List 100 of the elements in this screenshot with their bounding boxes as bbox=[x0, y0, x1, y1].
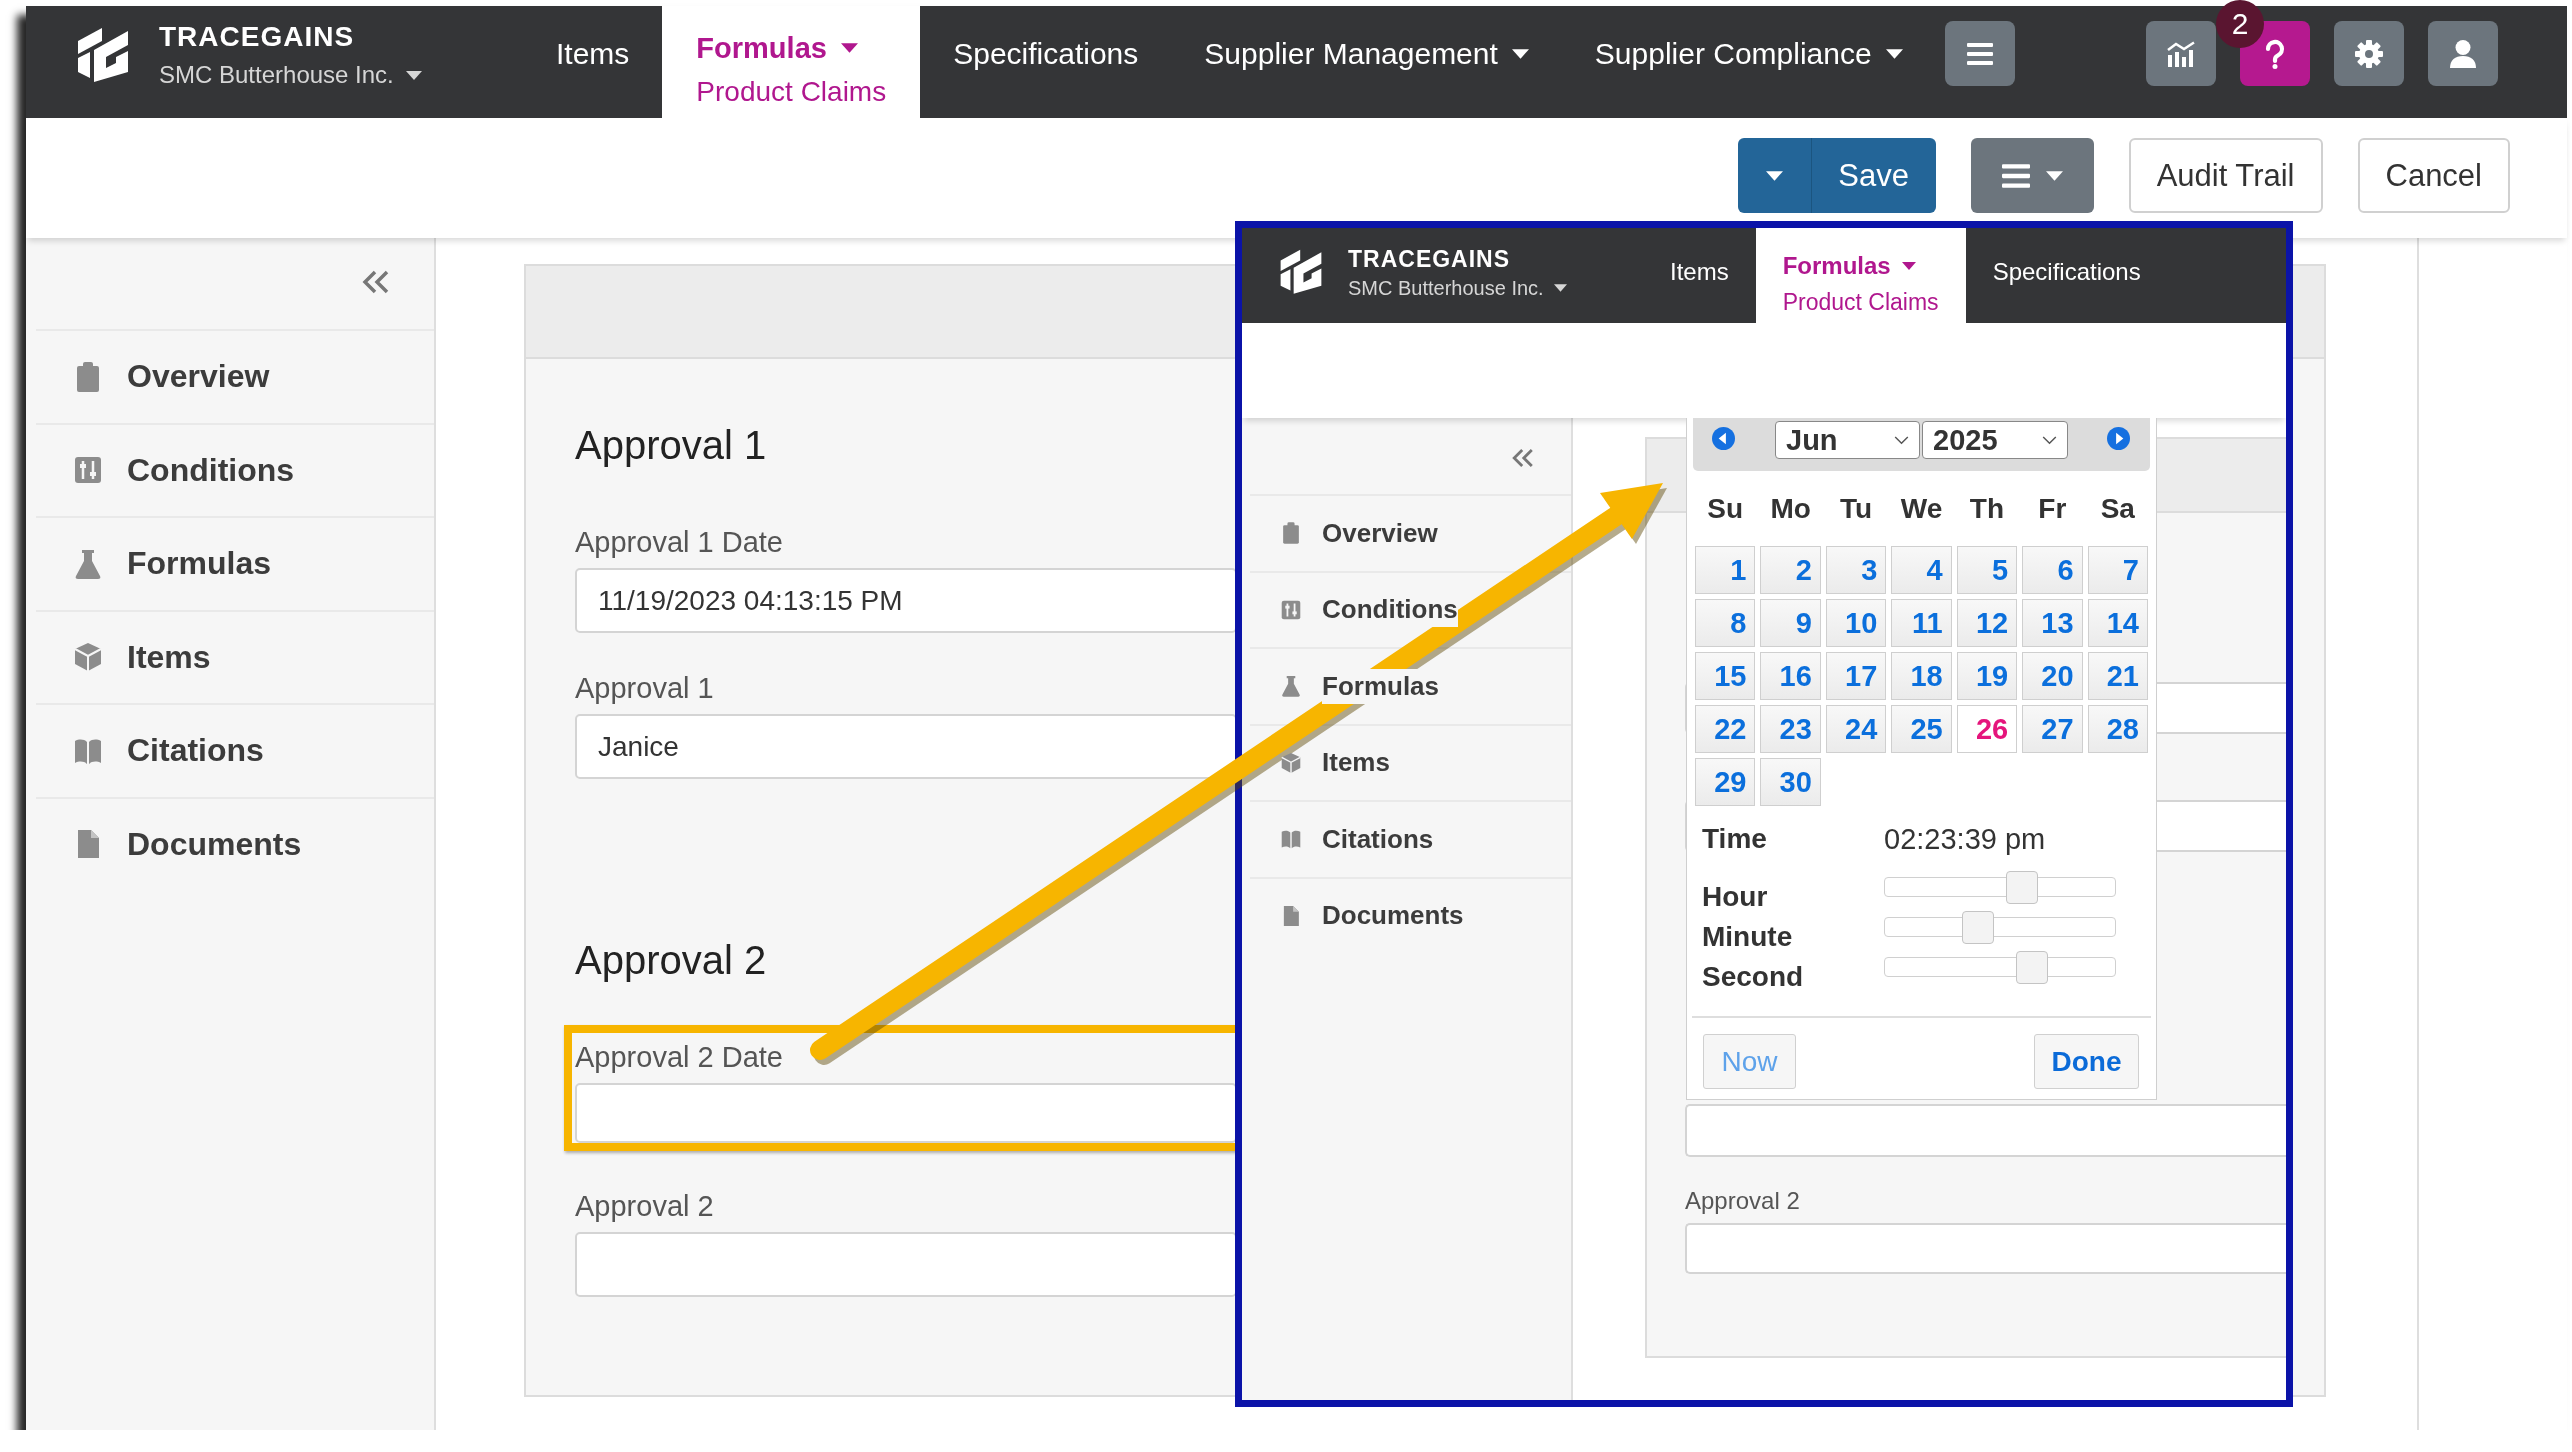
calendar-day[interactable]: 20 bbox=[2022, 652, 2083, 700]
sidebar-item[interactable]: Documents bbox=[1250, 876, 1571, 953]
time-label: Time bbox=[1701, 823, 1768, 855]
calendar-day[interactable]: 4 bbox=[1891, 546, 1952, 594]
caret-icon bbox=[1765, 170, 1783, 181]
slider-thumb[interactable] bbox=[2005, 871, 2038, 904]
calendar-day[interactable]: 17 bbox=[1825, 652, 1887, 700]
calendar-day[interactable]: 9 bbox=[1760, 599, 1821, 647]
calendar-day[interactable]: 23 bbox=[1760, 705, 1821, 753]
sidebar-item[interactable]: Items bbox=[1250, 723, 1571, 800]
nav-tab[interactable]: Supplier Compliance bbox=[1561, 6, 1936, 118]
month-select[interactable]: Jun bbox=[1775, 421, 1920, 459]
calendar-day[interactable]: 29 bbox=[1695, 758, 1756, 806]
sidebar-item[interactable]: Overview bbox=[36, 329, 434, 423]
input-field[interactable]: 11/19/2023 04:13:15 PM bbox=[575, 568, 1237, 633]
nav-tab[interactable]: Formulas Product Claims bbox=[662, 6, 921, 118]
calendar-day[interactable]: 19 bbox=[1956, 652, 2018, 700]
menu-button[interactable] bbox=[1944, 21, 2015, 86]
sub-page-link[interactable]: Product Claims bbox=[696, 74, 887, 110]
calendar-day[interactable]: 30 bbox=[1760, 758, 1821, 806]
sidebar-item[interactable]: Conditions bbox=[36, 422, 434, 516]
calendar-day[interactable]: 13 bbox=[2022, 599, 2083, 647]
circle-arrow-right-icon[interactable] bbox=[2107, 427, 2130, 450]
calendar-day[interactable]: 1 bbox=[1695, 546, 1756, 594]
sidebar-item[interactable]: Documents bbox=[36, 796, 434, 890]
calendar-day[interactable]: 2 bbox=[1760, 546, 1821, 594]
calendar-day[interactable]: 24 bbox=[1825, 705, 1887, 753]
chart-button[interactable] bbox=[2146, 21, 2216, 86]
nav-tab[interactable]: Specifications bbox=[1965, 228, 2168, 323]
weekday-label: Mo bbox=[1770, 492, 1811, 526]
nav-tab[interactable]: Items bbox=[1643, 228, 1756, 323]
slider-thumb[interactable] bbox=[2015, 951, 2048, 984]
settings-button[interactable] bbox=[2334, 21, 2404, 86]
sidebar-item[interactable]: Overview bbox=[1250, 494, 1571, 571]
sidebar-item[interactable]: Conditions bbox=[1250, 570, 1571, 647]
calendar-day[interactable]: 3 bbox=[1825, 546, 1887, 594]
nav-tab[interactable]: Formulas Product Claims bbox=[1755, 228, 1966, 323]
flask-icon bbox=[1281, 675, 1301, 698]
calendar-day[interactable]: 10 bbox=[1825, 599, 1887, 647]
calendar-day[interactable]: 21 bbox=[2087, 652, 2148, 700]
done-button[interactable]: Done bbox=[2034, 1034, 2139, 1089]
input-field[interactable] bbox=[575, 1232, 1237, 1297]
section-heading: Approval 1 bbox=[575, 422, 767, 469]
help-icon bbox=[2265, 38, 2285, 69]
calendar-day[interactable]: 14 bbox=[2087, 599, 2148, 647]
chevron-down-icon bbox=[1894, 435, 1909, 445]
audit-trail-button[interactable]: Audit Trail bbox=[2128, 138, 2323, 213]
flask-icon bbox=[74, 548, 102, 579]
calendar-day[interactable]: 22 bbox=[1695, 705, 1756, 753]
bar-chart-icon bbox=[2166, 40, 2196, 67]
save-button[interactable]: Save bbox=[1810, 138, 1936, 213]
sidebar-item[interactable]: Formulas bbox=[1250, 647, 1571, 724]
input-field[interactable] bbox=[1685, 1223, 2286, 1274]
calendar-day[interactable]: 27 bbox=[2022, 705, 2083, 753]
logo-icon bbox=[1279, 247, 1323, 295]
calendar-day[interactable]: 25 bbox=[1891, 705, 1952, 753]
cancel-button[interactable]: Cancel bbox=[2357, 138, 2510, 213]
caret-icon bbox=[1553, 284, 1567, 292]
weekday-label: Th bbox=[1969, 492, 2005, 526]
calendar-day[interactable]: 15 bbox=[1695, 652, 1756, 700]
clipboard-icon bbox=[1281, 522, 1301, 545]
input-field[interactable] bbox=[1685, 1104, 2286, 1157]
nav-tab[interactable]: Supplier Management bbox=[1171, 6, 1562, 118]
now-button[interactable]: Now bbox=[1703, 1034, 1796, 1089]
year-select[interactable]: 2025 bbox=[1922, 421, 2068, 459]
dropdown-toggle-button[interactable] bbox=[1737, 138, 1811, 213]
calendar-day[interactable]: 18 bbox=[1891, 652, 1952, 700]
sliders-icon bbox=[74, 455, 102, 486]
collapse-icon[interactable] bbox=[1511, 448, 1535, 468]
weekday-label: Sa bbox=[2100, 492, 2135, 526]
calendar-day[interactable]: 5 bbox=[1956, 546, 2018, 594]
sidebar-item[interactable]: Items bbox=[36, 609, 434, 703]
calendar-day[interactable]: 8 bbox=[1695, 599, 1756, 647]
calendar-day[interactable]: 16 bbox=[1760, 652, 1821, 700]
slider-label: Hour bbox=[1701, 880, 1769, 914]
calendar-day[interactable]: 26 bbox=[1956, 705, 2018, 753]
calendar-day[interactable]: 7 bbox=[2087, 546, 2148, 594]
field-label: Approval 2 Date bbox=[575, 1040, 783, 1075]
slider-thumb[interactable] bbox=[1962, 911, 1995, 944]
field-label: Approval 2 bbox=[1685, 1186, 1800, 1216]
user-button[interactable] bbox=[2428, 21, 2498, 86]
sidebar-item[interactable]: Formulas bbox=[36, 516, 434, 610]
sidebar-item[interactable]: Citations bbox=[36, 703, 434, 797]
menu-dropdown-button[interactable] bbox=[1970, 138, 2094, 213]
input-field[interactable] bbox=[575, 1083, 1237, 1143]
sidebar-item[interactable]: Citations bbox=[1250, 800, 1571, 877]
calendar-day[interactable]: 11 bbox=[1891, 599, 1952, 647]
nav-tab[interactable]: Items bbox=[523, 6, 663, 118]
circle-arrow-left-icon[interactable] bbox=[1712, 427, 1735, 450]
input-field[interactable]: Janice bbox=[575, 714, 1237, 779]
collapse-icon[interactable] bbox=[361, 270, 391, 294]
calendar-day[interactable]: 12 bbox=[1956, 599, 2018, 647]
organization-switcher[interactable]: SMC Butterhouse Inc. bbox=[1348, 274, 1567, 302]
calendar-day[interactable]: 28 bbox=[2087, 705, 2148, 753]
organization-switcher[interactable]: SMC Butterhouse Inc. bbox=[159, 59, 422, 91]
sub-page-link[interactable]: Product Claims bbox=[1782, 286, 1939, 318]
book-icon bbox=[1281, 828, 1301, 851]
calendar-day[interactable]: 6 bbox=[2022, 546, 2083, 594]
nav-tab[interactable]: Specifications bbox=[920, 6, 1172, 118]
section-heading: Approval 2 bbox=[575, 937, 767, 984]
